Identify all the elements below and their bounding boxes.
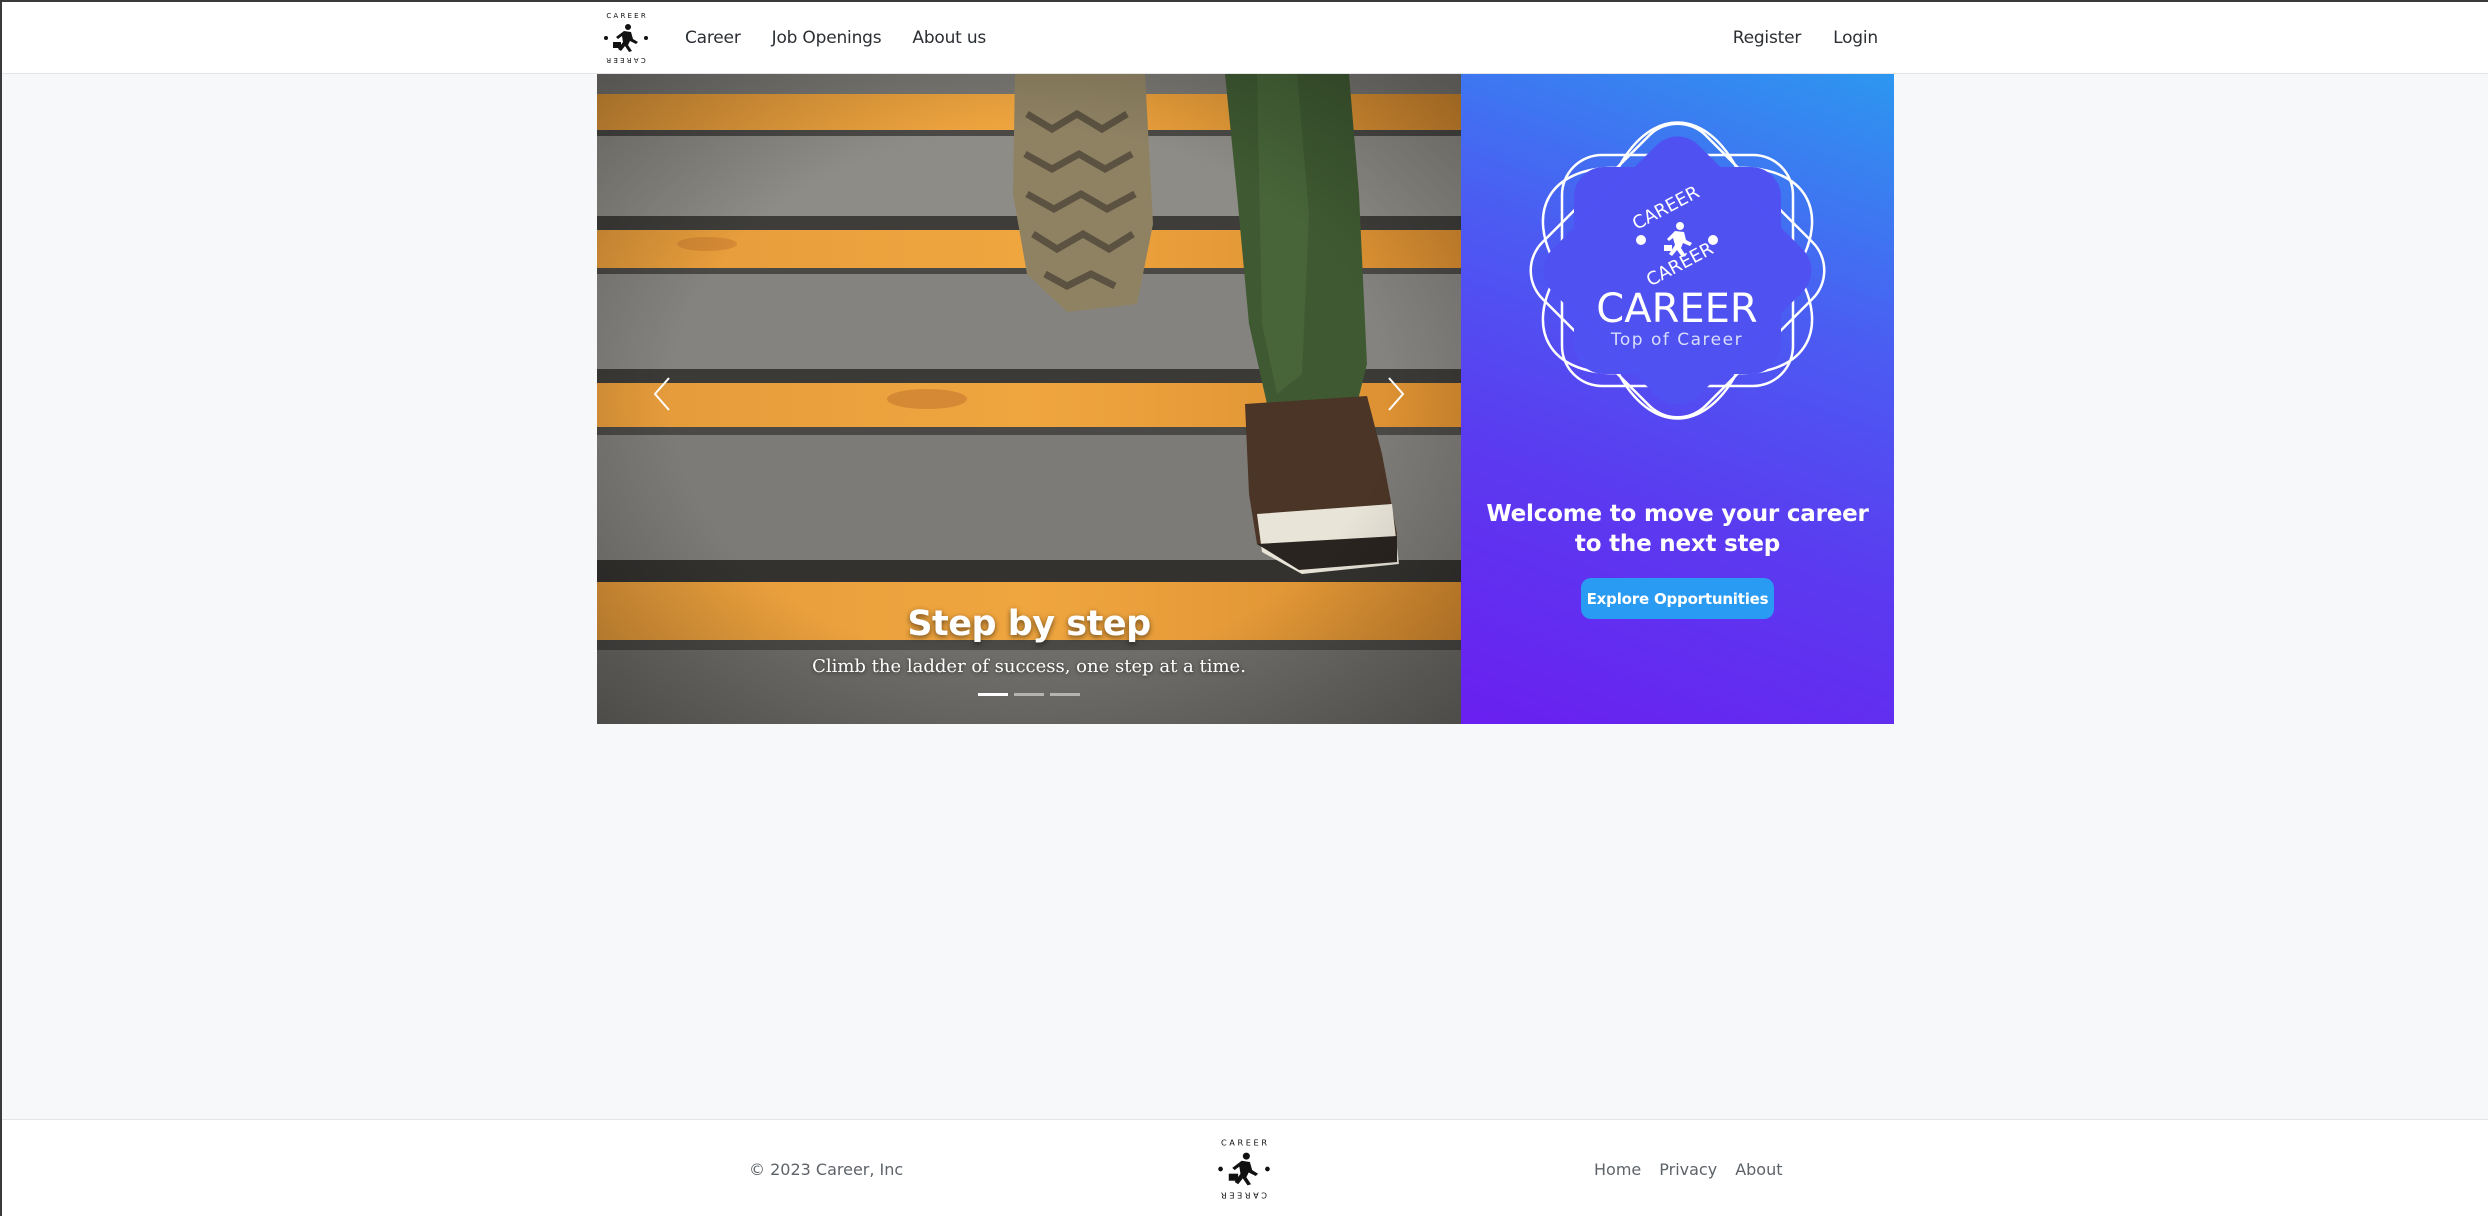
copyright-text: © 2023 Career, Inc bbox=[749, 1160, 904, 1179]
image-carousel[interactable]: Step by step Climb the ladder of success… bbox=[597, 74, 1461, 724]
navbar-container: C A R E E R C A R E E R Career Job Openi… bbox=[597, 2, 1894, 74]
auth-nav: Register Login bbox=[1701, 28, 1894, 48]
chevron-right-icon bbox=[1388, 377, 1405, 411]
carousel-indicator-2[interactable] bbox=[1014, 693, 1044, 696]
logo-subtitle: Top of Career bbox=[1610, 330, 1743, 350]
top-navbar: C A R E E R C A R E E R Career Job Openi… bbox=[2, 2, 2488, 74]
footer-link-home[interactable]: Home bbox=[1594, 1160, 1641, 1179]
chevron-left-icon bbox=[653, 377, 670, 411]
carousel-prev-button[interactable] bbox=[642, 364, 682, 424]
promo-heading: Welcome to move your career to the next … bbox=[1486, 501, 1869, 557]
register-link[interactable]: Register bbox=[1733, 28, 1802, 48]
carousel-indicator-1[interactable] bbox=[978, 693, 1008, 696]
logo-title: CAREER bbox=[1596, 286, 1757, 332]
svg-text:C A R E E R: C A R E E R bbox=[1221, 1138, 1267, 1148]
nav-link-about-us[interactable]: About us bbox=[912, 28, 986, 48]
promo-panel: CAREER CAREER CAREER Top of Career Welco… bbox=[1461, 74, 1894, 724]
carousel-indicator-3[interactable] bbox=[1050, 693, 1080, 696]
svg-text:C A R E E R: C A R E E R bbox=[606, 12, 646, 20]
login-link[interactable]: Login bbox=[1833, 28, 1878, 48]
carousel-caption: Step by step Climb the ladder of success… bbox=[597, 604, 1461, 677]
career-badge-logo: CAREER CAREER CAREER Top of Career bbox=[1529, 121, 1826, 420]
page-footer: © 2023 Career, Inc C A R E E R C A R E E… bbox=[2, 1119, 2488, 1216]
primary-nav: Career Job Openings About us bbox=[685, 28, 1017, 48]
explore-opportunities-button[interactable]: Explore Opportunities bbox=[1581, 578, 1774, 619]
slide-title: Step by step bbox=[907, 604, 1151, 644]
footer-link-about[interactable]: About bbox=[1735, 1160, 1782, 1179]
footer-career-logo-icon: C A R E E R C A R E E R bbox=[1218, 1138, 1270, 1200]
svg-text:C A R E E R: C A R E E R bbox=[606, 56, 646, 64]
nav-link-career[interactable]: Career bbox=[685, 28, 741, 48]
carousel-indicators bbox=[597, 693, 1461, 696]
career-logo-icon: C A R E E R C A R E E R bbox=[604, 12, 648, 64]
brand-logo-link[interactable]: C A R E E R C A R E E R bbox=[597, 9, 655, 67]
hero-section: Step by step Climb the ladder of success… bbox=[597, 74, 1894, 724]
footer-nav: Home Privacy About bbox=[1594, 1160, 1801, 1179]
svg-text:C A R E E R: C A R E E R bbox=[1221, 1190, 1267, 1200]
carousel-next-button[interactable] bbox=[1376, 364, 1416, 424]
slide-text: Climb the ladder of success, one step at… bbox=[812, 656, 1246, 677]
footer-link-privacy[interactable]: Privacy bbox=[1659, 1160, 1717, 1179]
nav-link-job-openings[interactable]: Job Openings bbox=[772, 28, 882, 48]
